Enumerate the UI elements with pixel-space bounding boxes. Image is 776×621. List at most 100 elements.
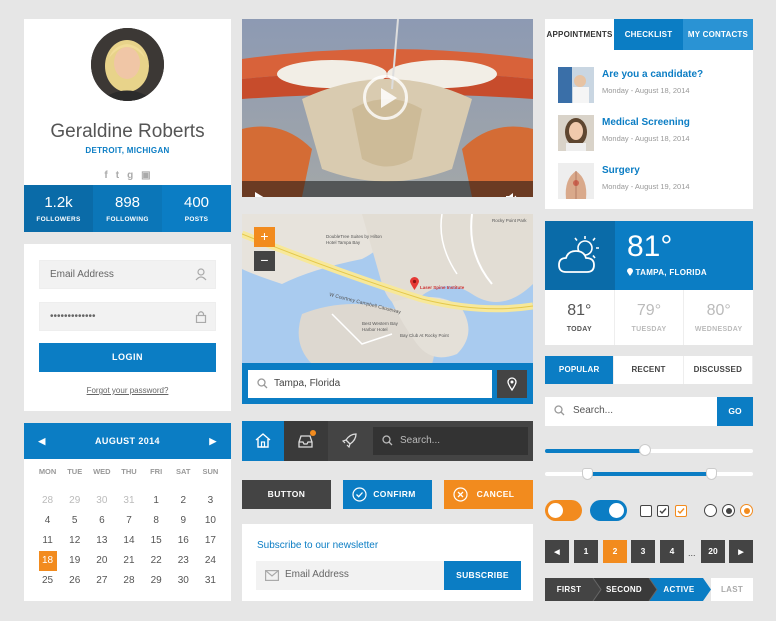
calendar-day[interactable]: 16	[170, 531, 197, 551]
play-button-icon[interactable]	[255, 192, 265, 197]
list-item[interactable]: Surgery Monday - August 19, 2014	[558, 163, 748, 199]
step-second[interactable]: SECOND	[597, 578, 651, 601]
list-item[interactable]: Medical Screening Monday - August 18, 20…	[558, 115, 748, 151]
video-player[interactable]	[242, 19, 533, 197]
stat-followers[interactable]: 1.2k FOLLOWERS	[24, 185, 93, 232]
calendar-day[interactable]: 6	[88, 511, 115, 531]
chevron-left-icon[interactable]: ◀	[32, 423, 52, 459]
rocket-button[interactable]	[328, 421, 372, 461]
zoom-in-button[interactable]: +	[254, 227, 275, 247]
calendar-day[interactable]: 25	[34, 571, 61, 591]
email-field[interactable]: Email Address	[39, 260, 216, 289]
facebook-icon[interactable]: f	[104, 170, 107, 181]
calendar-day[interactable]: 11	[34, 531, 61, 551]
calendar-day[interactable]: 2	[170, 491, 197, 511]
pagination-page[interactable]: 20	[701, 540, 725, 563]
calendar-day[interactable]: 19	[61, 551, 88, 571]
calendar-day[interactable]: 28	[115, 571, 142, 591]
login-button[interactable]: LOGIN	[39, 343, 216, 372]
slider-handle-high[interactable]	[706, 468, 718, 480]
calendar-day[interactable]: 10	[197, 511, 224, 531]
toggle-off[interactable]	[545, 500, 582, 521]
password-field[interactable]: •••••••••••••	[39, 302, 216, 331]
calendar-day[interactable]: 12	[61, 531, 88, 551]
tab-appointments[interactable]: APPOINTMENTS	[545, 19, 614, 50]
map-search-input[interactable]: Tampa, Florida	[248, 370, 492, 398]
calendar-day[interactable]: 17	[197, 531, 224, 551]
play-icon[interactable]	[363, 75, 408, 120]
toggle-on[interactable]	[590, 500, 627, 521]
pagination-page-active[interactable]: 2	[603, 540, 627, 563]
calendar-day[interactable]: 29	[61, 491, 88, 511]
calendar-day[interactable]: 30	[88, 491, 115, 511]
tab-popular[interactable]: POPULAR	[545, 356, 615, 384]
calendar-day[interactable]: 7	[115, 511, 142, 531]
calendar-day[interactable]: 3	[197, 491, 224, 511]
inbox-button[interactable]	[284, 421, 328, 461]
tab-checklist[interactable]: CHECKLIST	[614, 19, 683, 50]
avatar[interactable]	[91, 28, 164, 101]
calendar-day[interactable]: 13	[88, 531, 115, 551]
calendar-day[interactable]: 21	[115, 551, 142, 571]
pagination-next[interactable]: ▶	[729, 540, 753, 563]
home-button[interactable]	[242, 421, 284, 461]
pagination-prev[interactable]: ◀	[545, 540, 569, 563]
volume-icon[interactable]	[505, 192, 519, 197]
chevron-right-icon[interactable]: ▶	[203, 423, 223, 459]
newsletter-email-field[interactable]: Email Address	[256, 561, 445, 590]
step-active[interactable]: ACTIVE	[653, 578, 705, 601]
forgot-password-link[interactable]: Forgot your password?	[24, 386, 231, 395]
calendar-day[interactable]: 14	[115, 531, 142, 551]
forecast-day[interactable]: 79° TUESDAY	[615, 290, 685, 345]
stat-posts[interactable]: 400 POSTS	[162, 185, 231, 232]
list-item[interactable]: Are you a candidate? Monday - August 18,…	[558, 67, 748, 103]
radio-checked[interactable]	[722, 504, 735, 517]
instagram-icon[interactable]: ▣	[141, 170, 150, 181]
go-button[interactable]: GO	[717, 397, 753, 426]
cancel-button[interactable]: CANCEL	[444, 480, 533, 509]
checkbox-checked-accent[interactable]	[675, 505, 687, 517]
twitter-icon[interactable]: t	[116, 170, 119, 181]
pagination-page[interactable]: 1	[574, 540, 598, 563]
calendar-day[interactable]: 29	[143, 571, 170, 591]
toolbar-search-input[interactable]: Search...	[373, 427, 528, 455]
calendar-day[interactable]: 9	[170, 511, 197, 531]
range-slider[interactable]	[545, 467, 753, 481]
checkbox-checked[interactable]	[657, 505, 669, 517]
calendar-day[interactable]: 23	[170, 551, 197, 571]
calendar-day[interactable]: 27	[88, 571, 115, 591]
pagination-page[interactable]: 4	[660, 540, 684, 563]
single-slider[interactable]	[545, 444, 753, 458]
calendar-day[interactable]: 20	[88, 551, 115, 571]
calendar-day[interactable]: 30	[170, 571, 197, 591]
calendar-day[interactable]: 15	[143, 531, 170, 551]
calendar-day[interactable]: 8	[143, 511, 170, 531]
calendar-day[interactable]: 22	[143, 551, 170, 571]
map-widget[interactable]: DoubleTree Suites by Hilton Hotel Tampa …	[242, 214, 533, 404]
forecast-day[interactable]: 80° WEDNESDAY	[684, 290, 753, 345]
subscribe-button[interactable]: SUBSCRIBE	[444, 561, 521, 590]
calendar-day[interactable]: 31	[115, 491, 142, 511]
calendar-day[interactable]: 18	[38, 551, 57, 571]
slider-handle-low[interactable]	[581, 468, 593, 480]
step-last[interactable]: LAST	[711, 578, 753, 601]
calendar-day[interactable]: 5	[61, 511, 88, 531]
calendar-day[interactable]: 1	[143, 491, 170, 511]
map-pin-icon[interactable]	[410, 277, 419, 290]
calendar-day[interactable]: 31	[197, 571, 224, 591]
calendar-day[interactable]: 24	[197, 551, 224, 571]
radio-checked-accent[interactable]	[740, 504, 753, 517]
tab-discussed[interactable]: DISCUSSED	[684, 356, 753, 384]
calendar-day[interactable]: 28	[34, 491, 61, 511]
checkbox-unchecked[interactable]	[640, 505, 652, 517]
google-plus-icon[interactable]: g	[127, 170, 133, 181]
slider-handle[interactable]	[638, 444, 651, 456]
search-input[interactable]: Search...	[545, 397, 717, 426]
plain-button[interactable]: BUTTON	[242, 480, 331, 509]
confirm-button[interactable]: CONFIRM	[343, 480, 432, 509]
pagination-page[interactable]: 3	[631, 540, 655, 563]
radio-unchecked[interactable]	[704, 504, 717, 517]
zoom-out-button[interactable]: −	[254, 251, 275, 271]
forecast-day[interactable]: 81° TODAY	[545, 290, 615, 345]
stat-following[interactable]: 898 FOLLOWING	[93, 185, 162, 232]
